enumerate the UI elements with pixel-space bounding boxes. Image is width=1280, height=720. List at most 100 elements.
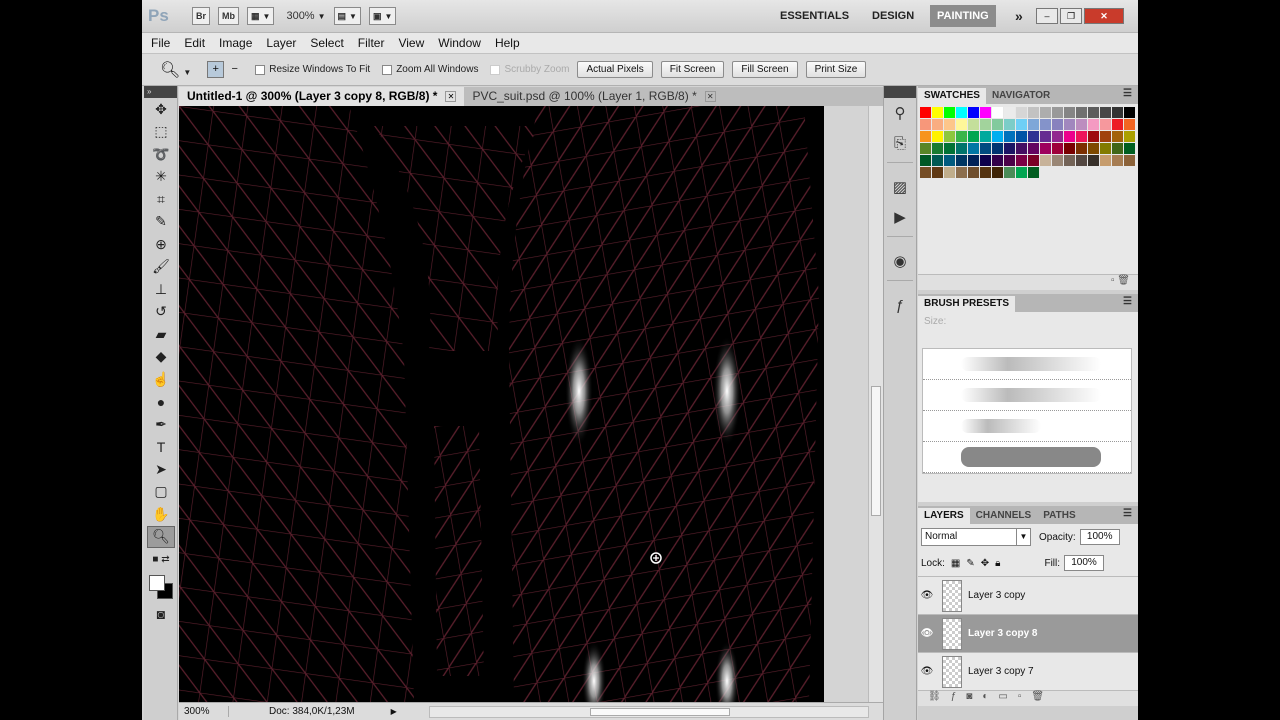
color-swatch[interactable] xyxy=(992,167,1003,178)
color-swatch[interactable] xyxy=(1016,107,1027,118)
bridge-button[interactable]: Br xyxy=(192,7,211,25)
eyedropper-tool-icon[interactable]: ✎ xyxy=(144,211,178,234)
layer-row[interactable]: 👁︎ Layer 3 copy 7 xyxy=(918,652,1138,690)
zoom-out-icon[interactable]: − xyxy=(226,61,243,78)
color-swatch[interactable] xyxy=(1004,143,1015,154)
color-swatch[interactable] xyxy=(1076,107,1087,118)
scrubby-zoom-checkbox[interactable]: Scrubby Zoom xyxy=(490,64,569,75)
color-swatch[interactable] xyxy=(1088,107,1099,118)
color-swatch[interactable] xyxy=(1112,107,1123,118)
color-swatch[interactable] xyxy=(1112,143,1123,154)
menu-filter[interactable]: Filter xyxy=(358,36,385,50)
color-swatch[interactable] xyxy=(1016,167,1027,178)
color-swatch[interactable] xyxy=(980,155,991,166)
color-swatch[interactable] xyxy=(1076,131,1087,142)
tab-pvc-suit[interactable]: PVC_suit.psd @ 100% (Layer 1, RGB/8) * ✕ xyxy=(464,87,723,106)
scrollbar-thumb[interactable] xyxy=(590,708,730,716)
color-swatch[interactable] xyxy=(932,131,943,142)
color-swatch[interactable] xyxy=(920,119,931,130)
brush-preset[interactable] xyxy=(923,380,1131,411)
fill-field[interactable]: 100% xyxy=(1064,555,1105,571)
color-swatch[interactable] xyxy=(1100,107,1111,118)
color-swatch[interactable] xyxy=(1052,107,1063,118)
menu-edit[interactable]: Edit xyxy=(184,36,205,50)
color-swatch[interactable] xyxy=(992,131,1003,142)
color-swatch[interactable] xyxy=(1100,155,1111,166)
path-selection-tool-icon[interactable]: ➤ xyxy=(144,458,178,481)
color-swatch[interactable] xyxy=(1052,119,1063,130)
color-swatch[interactable] xyxy=(1088,131,1099,142)
color-swatch[interactable] xyxy=(1016,155,1027,166)
color-swatch[interactable] xyxy=(980,167,991,178)
color-swatch[interactable] xyxy=(956,131,967,142)
color-swatch[interactable] xyxy=(956,155,967,166)
layer-row-selected[interactable]: 👁︎ Layer 3 copy 8 xyxy=(918,614,1138,652)
arrange-documents-button[interactable]: ▤ ▼ xyxy=(333,7,361,25)
color-swatch[interactable] xyxy=(1076,119,1087,130)
color-swatch[interactable] xyxy=(1064,143,1075,154)
adjustment-layer-icon[interactable]: ◐ xyxy=(982,691,998,702)
color-swatch[interactable] xyxy=(968,155,979,166)
color-swatch[interactable] xyxy=(932,155,943,166)
horizontal-scrollbar[interactable] xyxy=(429,706,869,718)
fit-screen-button[interactable]: Fit Screen xyxy=(660,61,725,78)
link-layers-icon[interactable]: ⛓ xyxy=(928,691,951,702)
lock-position-icon[interactable]: ✥ xyxy=(981,558,989,569)
tab-untitled-1[interactable]: Untitled-1 @ 300% (Layer 3 copy 8, RGB/8… xyxy=(179,87,465,106)
foreground-color-swatch[interactable] xyxy=(149,574,165,591)
color-swatch[interactable] xyxy=(992,107,1003,118)
color-swatch[interactable] xyxy=(1100,119,1111,130)
color-swatch[interactable] xyxy=(1076,143,1087,154)
canvas[interactable] xyxy=(179,106,824,702)
color-swatch[interactable] xyxy=(1088,119,1099,130)
color-swatch[interactable] xyxy=(944,143,955,154)
minimize-icon[interactable]: – xyxy=(1036,8,1058,24)
color-swatch[interactable] xyxy=(1088,155,1099,166)
quick-selection-tool-icon[interactable]: ✳ xyxy=(144,166,178,189)
color-swatch[interactable] xyxy=(1112,155,1123,166)
color-swatch[interactable] xyxy=(944,167,955,178)
color-swatch[interactable] xyxy=(1124,107,1135,118)
color-swatch[interactable] xyxy=(992,119,1003,130)
color-swatch[interactable] xyxy=(920,143,931,154)
zoom-in-icon[interactable]: + xyxy=(207,61,225,78)
panel-grip[interactable]: » xyxy=(144,86,177,98)
color-swatch[interactable] xyxy=(956,107,967,118)
color-swatch[interactable] xyxy=(932,119,943,130)
vertical-scrollbar[interactable] xyxy=(868,106,883,702)
color-swatch[interactable] xyxy=(1028,119,1039,130)
color-swatch[interactable] xyxy=(1004,107,1015,118)
resize-windows-checkbox[interactable]: Resize Windows To Fit xyxy=(255,64,370,75)
brush-preset[interactable] xyxy=(923,411,1131,442)
color-swatch[interactable] xyxy=(980,107,991,118)
tab-channels[interactable]: CHANNELS xyxy=(970,508,1038,524)
zoom-tool-preset-icon[interactable]: 🔍︎ ▼ xyxy=(160,60,191,80)
brush-panel-icon[interactable]: ⚲ xyxy=(884,98,916,128)
lasso-tool-icon[interactable]: ➰ xyxy=(144,143,178,166)
close-tab-icon[interactable]: ✕ xyxy=(704,91,716,102)
workspace-design[interactable]: DESIGN xyxy=(872,5,914,27)
move-tool-icon[interactable]: ✥ xyxy=(144,98,178,121)
tab-layers[interactable]: LAYERS xyxy=(918,508,970,524)
zoom-tool-icon[interactable]: 🔍︎ xyxy=(147,525,175,548)
color-swatch[interactable] xyxy=(1016,143,1027,154)
color-swatch[interactable] xyxy=(1112,131,1123,142)
tab-paths[interactable]: PATHS xyxy=(1037,508,1081,524)
color-swatch[interactable] xyxy=(1028,167,1039,178)
document-size-info[interactable]: Doc: 384,0K/1,23M xyxy=(269,706,355,717)
color-swatch[interactable] xyxy=(1052,131,1063,142)
color-swatch[interactable] xyxy=(1028,107,1039,118)
extras-dropdown[interactable]: ▦ ▼ xyxy=(247,7,275,25)
tab-swatches[interactable]: SWATCHES xyxy=(918,88,986,104)
status-menu-arrow-icon[interactable]: ▶ xyxy=(391,707,397,716)
color-swatch[interactable] xyxy=(956,167,967,178)
color-swatch[interactable] xyxy=(1028,155,1039,166)
color-swatch[interactable] xyxy=(1064,131,1075,142)
color-swatch[interactable] xyxy=(1052,143,1063,154)
color-swatch[interactable] xyxy=(992,143,1003,154)
more-workspaces-icon[interactable]: » xyxy=(1015,5,1023,27)
panel-menu-icon[interactable]: ☰ xyxy=(1123,508,1132,519)
color-swatch[interactable] xyxy=(1076,155,1087,166)
color-swatch[interactable] xyxy=(1124,131,1135,142)
history-brush-tool-icon[interactable]: ↺ xyxy=(144,301,178,324)
